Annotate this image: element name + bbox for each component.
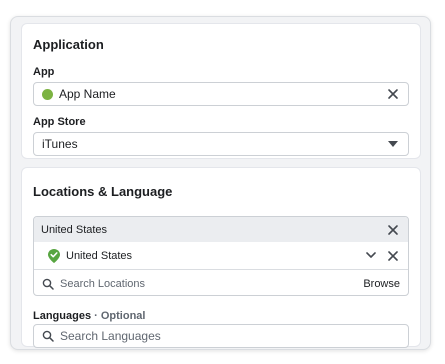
browse-button[interactable]: Browse [363, 278, 400, 290]
close-icon[interactable] [386, 223, 400, 237]
location-group: United States United States Search Locat… [33, 216, 409, 296]
chevron-down-icon[interactable] [366, 251, 376, 261]
languages-label-main: Languages [33, 310, 92, 322]
selected-location-label: United States [66, 249, 133, 262]
language-search[interactable]: Search Languages [33, 324, 409, 348]
languages-label: Languages · Optional [33, 310, 145, 322]
app-store-label: App Store [33, 116, 86, 128]
app-label: App [33, 66, 55, 78]
settings-panel: Application App App Name App Store iTune… [10, 16, 431, 350]
location-group-title: United States [41, 223, 108, 236]
close-icon[interactable] [386, 249, 400, 263]
app-icon [42, 88, 53, 100]
languages-optional: Optional [100, 310, 146, 322]
app-store-value: iTunes [42, 137, 78, 151]
application-title: Application [33, 37, 104, 52]
search-icon [42, 330, 54, 342]
language-search-input[interactable]: Search Languages [60, 329, 408, 343]
locations-title: Locations & Language [33, 184, 173, 199]
location-search-input[interactable]: Search Locations [60, 278, 363, 290]
location-search[interactable]: Search Locations Browse [34, 271, 408, 295]
selected-location[interactable]: United States [34, 242, 408, 270]
caret-down-icon [388, 139, 398, 149]
locations-section: Locations & Language United States Unite… [21, 167, 421, 348]
search-icon [42, 278, 54, 290]
app-store-select[interactable]: iTunes [33, 132, 409, 156]
languages-label-sep: · [91, 310, 101, 322]
location-group-header: United States [34, 217, 408, 242]
location-check-icon [48, 248, 60, 263]
close-icon[interactable] [386, 87, 400, 101]
application-section: Application App App Name App Store iTune… [21, 23, 421, 159]
app-value: App Name [59, 87, 116, 101]
app-field[interactable]: App Name [33, 82, 409, 106]
